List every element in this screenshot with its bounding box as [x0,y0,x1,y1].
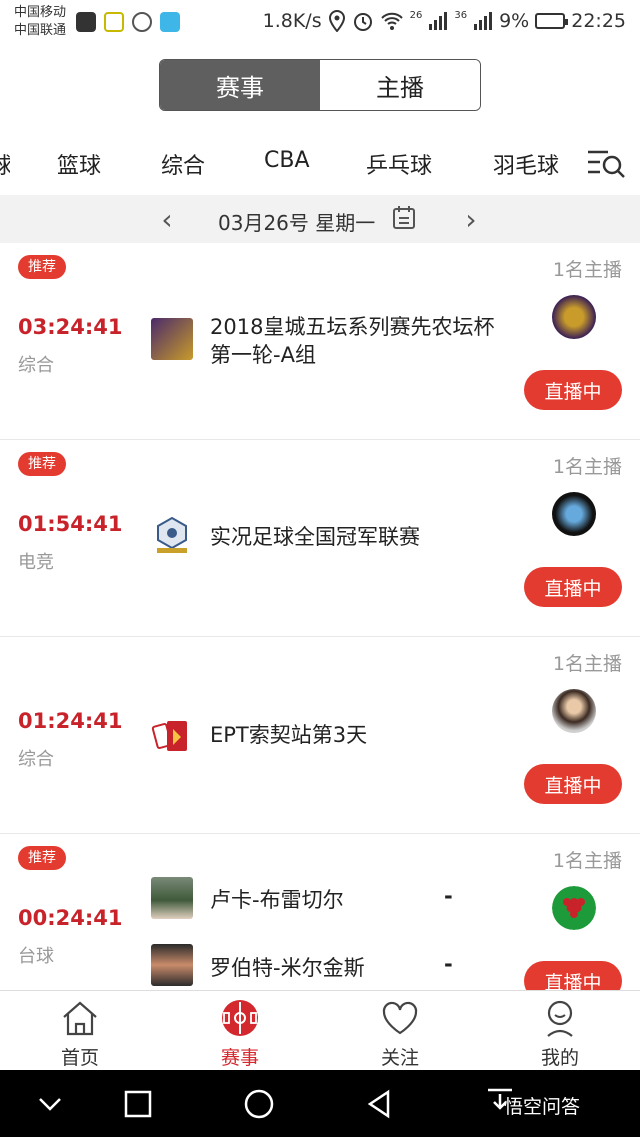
recents-square-icon[interactable] [122,1088,154,1120]
location-icon [328,10,345,32]
status-right: 1.8K/s 26 36 9% 22:25 [263,10,626,32]
host-count: 1名主播 [552,456,622,478]
tab-events[interactable]: 赛事 [160,60,320,110]
nav-follow[interactable]: 关注 [320,991,480,1071]
network-speed: 1.8K/s [262,10,322,32]
signal-icon-2 [474,12,493,30]
carrier-info: 中国移动 中国联通 [14,4,66,40]
signal-icon-1 [429,12,448,30]
battery-percent: 9% [499,10,530,32]
wifi-icon [380,12,403,30]
match-category: 综合 [18,355,54,376]
match-time: 01:54:41 [18,512,123,536]
nav-events-label: 赛事 [220,1047,259,1069]
nav-follow-label: 关注 [380,1047,419,1069]
match-time: 03:24:41 [18,315,123,339]
back-triangle-icon[interactable] [364,1088,396,1120]
heart-icon [382,1001,418,1035]
home-circle-icon[interactable] [243,1088,275,1120]
date-label: 03月26号 星期一 [218,211,376,235]
event-logo [151,318,193,360]
profile-icon [547,1000,573,1037]
bottom-nav: 首页 赛事 关注 我的 [0,990,640,1070]
snooker-avatar-icon[interactable] [552,886,596,930]
match-title: 实况足球全国冠军联赛 [210,525,420,549]
recommend-badge: 推荐 [18,846,66,870]
event-logo [151,721,187,751]
match-time: 00:24:41 [18,906,123,930]
alarm-icon [353,13,372,31]
match-title: 2018皇城五坛系列赛先农坛杯第一轮-A组 [210,315,495,367]
shield-notification-icon [132,12,152,32]
watermark: 悟空问答 [504,1092,580,1119]
app-screen: 中国移动 中国联通 1.8K/s 26 36 9% 22:25 赛事 主播 篮球… [0,0,640,1137]
network-type-1: 26 [409,10,423,21]
recommend-badge: 推荐 [18,452,66,476]
clock: 22:25 [571,10,626,32]
nav-me-label: 我的 [540,1047,579,1069]
player-1-photo [151,877,193,919]
match-category: 综合 [18,749,54,770]
match-time: 01:24:41 [18,709,123,733]
live-button[interactable]: 直播中 [524,567,622,607]
host-avatar[interactable] [552,689,596,733]
nav-home[interactable]: 首页 [0,991,160,1071]
host-avatar[interactable] [552,492,596,536]
category-tab-badminton[interactable]: 羽毛球 [493,148,559,180]
category-filter-icon[interactable] [586,146,626,180]
date-bar: ‹ 03月26号 星期一 › [0,195,640,243]
tab-anchors[interactable]: 主播 [320,60,480,110]
segmented-control: 赛事 主播 [159,59,481,111]
category-tab-basketball[interactable]: 篮球 [57,148,101,180]
qq-notification-icon [104,12,124,32]
nav-events[interactable]: 赛事 [160,991,320,1071]
player-2-score: - [444,952,453,976]
live-button[interactable]: 直播中 [524,764,622,804]
category-tab-cba[interactable]: CBA [264,148,310,173]
match-category: 台球 [18,946,54,967]
event-logo [157,516,187,553]
host-count: 1名主播 [552,850,622,872]
events-icon [222,1000,258,1036]
carrier-1: 中国移动 [14,5,67,20]
player-2-name: 罗伯特-米尔金斯 [210,956,365,980]
match-item[interactable]: 推荐 01:54:41 电竞 实况足球全国冠军联赛 1名主播 直播中 [0,440,640,637]
system-nav-bar: 悟空问答 [0,1070,640,1137]
player-2-photo [151,944,193,986]
live-button[interactable]: 直播中 [524,370,622,410]
next-date-chevron-icon[interactable]: › [456,203,486,236]
app-notification-icon [76,12,96,32]
host-avatar[interactable] [552,295,596,339]
network-type-2: 36 [454,10,468,21]
category-tab-partial[interactable]: 球 [0,148,10,180]
notification-icons [76,12,180,32]
player-1-name: 卢卡-布雷切尔 [210,888,344,912]
match-item[interactable]: 推荐 03:24:41 综合 2018皇城五坛系列赛先农坛杯第一轮-A组 1名主… [0,243,640,440]
match-category: 电竞 [18,552,54,573]
match-item[interactable]: 01:24:41 综合 EPT索契站第3天 1名主播 直播中 [0,637,640,834]
collapse-chevron-icon[interactable] [34,1088,66,1120]
carrier-2: 中国联通 [14,23,67,38]
battery-icon [535,13,569,29]
category-tab-pingpong[interactable]: 乒乓球 [366,148,432,180]
watermark-text: 悟空问答 [504,1096,581,1118]
book-notification-icon [160,12,180,32]
host-count: 1名主播 [552,653,622,675]
recommend-badge: 推荐 [18,255,66,279]
nav-me[interactable]: 我的 [480,991,640,1071]
status-bar: 中国移动 中国联通 1.8K/s 26 36 9% 22:25 [0,0,640,46]
prev-date-chevron-icon[interactable]: ‹ [152,203,182,236]
category-tabs: 球 篮球 综合 CBA 乒乓球 羽毛球 [0,138,640,188]
category-tab-general[interactable]: 综合 [161,148,205,180]
player-1-score: - [444,884,453,908]
home-icon [63,1001,97,1036]
nav-home-label: 首页 [60,1047,99,1069]
calendar-icon[interactable] [392,204,416,230]
host-count: 1名主播 [552,259,622,281]
match-title: EPT索契站第3天 [210,723,368,747]
